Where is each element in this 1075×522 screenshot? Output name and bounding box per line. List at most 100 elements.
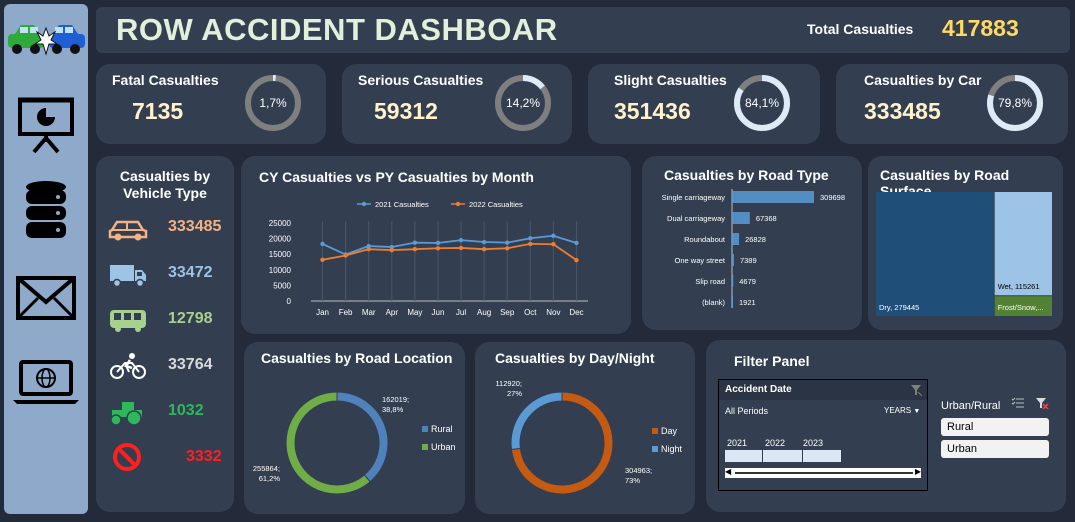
presentation-icon[interactable]	[4, 94, 88, 154]
donut-slice	[285, 391, 371, 495]
y-tick-label: 25000	[269, 219, 292, 228]
urban-rural-slicer-header: Urban/Rural	[941, 396, 1053, 412]
vehicle-value: 1032	[168, 402, 204, 419]
scroll-left-icon[interactable]: ◀	[725, 467, 731, 476]
treemap-label: Wet, 115261	[998, 282, 1040, 291]
kpi-card-fatal: Fatal Casualties 7135 1,7%	[96, 64, 326, 144]
data-point	[435, 240, 441, 246]
x-tick-label: Apr	[386, 308, 399, 317]
kpi-percent: 14,2%	[505, 96, 541, 110]
data-point	[528, 236, 533, 241]
data-point	[505, 246, 510, 251]
data-label: 304963;	[625, 466, 652, 475]
header-bar: ROW ACCIDENT DASHBOAR Total Casualties 4…	[96, 7, 1070, 53]
slicer-option-rural[interactable]: Rural	[941, 418, 1049, 436]
slicer-option-urban[interactable]: Urban	[941, 440, 1049, 458]
bicycle-icon	[110, 353, 146, 379]
data-label: 112920;	[495, 379, 522, 388]
date-timeline-slicer[interactable]: Accident Date All Periods YEARS ▼ 2021 2…	[718, 379, 928, 491]
x-tick-label: Feb	[339, 308, 353, 317]
vehicle-title-line1: Casualties by	[119, 168, 211, 184]
category-label: Roundabout	[684, 235, 726, 244]
scroll-right-icon[interactable]: ▶	[915, 467, 921, 476]
x-tick-label: Sep	[500, 308, 515, 317]
vehicle-row-other: 3332	[106, 443, 226, 474]
bar	[732, 275, 734, 287]
y-tick-label: 5000	[273, 281, 291, 290]
data-label: 309698	[820, 193, 845, 202]
y-tick-label: 15000	[269, 250, 292, 259]
x-tick-label: Oct	[524, 308, 537, 317]
data-label: 67368	[756, 214, 777, 223]
timeline-year-2022[interactable]: 2022	[765, 438, 785, 448]
donut-slice	[336, 391, 389, 483]
time-level-dropdown[interactable]: YEARS ▼	[884, 406, 920, 415]
donut-chart-day-night: 304963;73% Day 112920;27% Night	[495, 379, 683, 495]
slicer-title: Urban/Rural	[941, 400, 1001, 412]
vehicle-type-panel: Casualties by Vehicle Type 333485 33472 …	[96, 156, 234, 512]
all-periods-label: All Periods	[725, 406, 769, 416]
data-label: 4679	[739, 277, 756, 286]
clear-filter-icon[interactable]	[1035, 397, 1049, 409]
legend-label: 2022 Casualties	[469, 200, 523, 209]
timeline-bar[interactable]	[725, 450, 841, 462]
data-label: 61,2%	[259, 474, 281, 483]
timeline-header: Accident Date	[719, 380, 927, 400]
tractor-icon	[110, 402, 142, 426]
data-point	[366, 247, 371, 252]
timeline-scrollbar[interactable]: ◀ ▶	[725, 467, 921, 478]
laptop-globe-icon[interactable]	[4, 360, 88, 406]
x-tick-label: Mar	[362, 308, 376, 317]
legend-label: Rural	[431, 424, 453, 434]
sidebar	[4, 4, 88, 514]
kpi-title: Serious Casualties	[358, 72, 484, 88]
vehicle-value: 333485	[168, 218, 222, 235]
vehicle-row-tractor: 1032	[106, 398, 226, 428]
x-tick-label: Jun	[432, 308, 445, 317]
scroll-thumb[interactable]	[735, 472, 913, 474]
database-icon[interactable]	[4, 180, 88, 242]
legend-label: Day	[661, 426, 678, 436]
road-location-panel: Casualties by Road Location 162019; 38,8%…	[244, 342, 465, 514]
data-point	[551, 233, 556, 238]
data-label: 255864;	[253, 464, 280, 473]
data-point	[574, 240, 579, 246]
data-label: 7389	[740, 256, 757, 265]
y-tick-label: 10000	[269, 266, 292, 275]
chevron-down-icon: ▼	[913, 408, 921, 415]
bar	[732, 191, 814, 203]
data-point	[505, 240, 510, 245]
vehicle-row-bus: 12798	[106, 306, 226, 336]
data-point	[574, 257, 579, 263]
car-icon	[108, 220, 148, 241]
category-label: Slip road	[695, 277, 725, 286]
data-label: 73%	[625, 476, 640, 485]
kpi-title: Fatal Casualties	[112, 72, 219, 88]
vehicle-value: 12798	[168, 310, 213, 327]
category-label: Single carriageway	[662, 193, 726, 202]
treemap-cell	[994, 192, 1052, 296]
legend-swatch	[652, 428, 658, 434]
donut-chart-location: 162019;38,8% Rural 255864;61,2% Urban	[253, 391, 456, 495]
timeline-year-2023[interactable]: 2023	[803, 438, 823, 448]
multi-select-icon[interactable]	[1011, 397, 1025, 409]
clear-filter-icon[interactable]	[910, 384, 922, 396]
day-night-panel: Casualties by Day/Night 304963; 73% Day 112…	[475, 342, 695, 514]
kpi-percent: 1,7%	[259, 96, 287, 110]
data-point	[435, 246, 441, 251]
y-tick-label: 20000	[269, 235, 292, 244]
x-tick-label: May	[407, 308, 422, 317]
data-point	[320, 257, 325, 263]
data-point	[458, 237, 464, 243]
x-tick-label: Nov	[546, 308, 560, 317]
timeline-year-2021[interactable]: 2021	[727, 438, 747, 448]
x-tick-label: Jan	[316, 308, 329, 317]
truck-icon	[110, 265, 146, 288]
data-label: 38,8%	[382, 405, 404, 414]
bar	[732, 212, 750, 224]
series-line-1	[322, 243, 577, 261]
mail-icon[interactable]	[4, 276, 88, 320]
kpi-card-car: Casualties by Car 333485 79,8%	[836, 64, 1068, 144]
vehicle-row-bicycle: 33764	[106, 352, 226, 382]
total-casualties-value: 417883	[942, 15, 1019, 41]
